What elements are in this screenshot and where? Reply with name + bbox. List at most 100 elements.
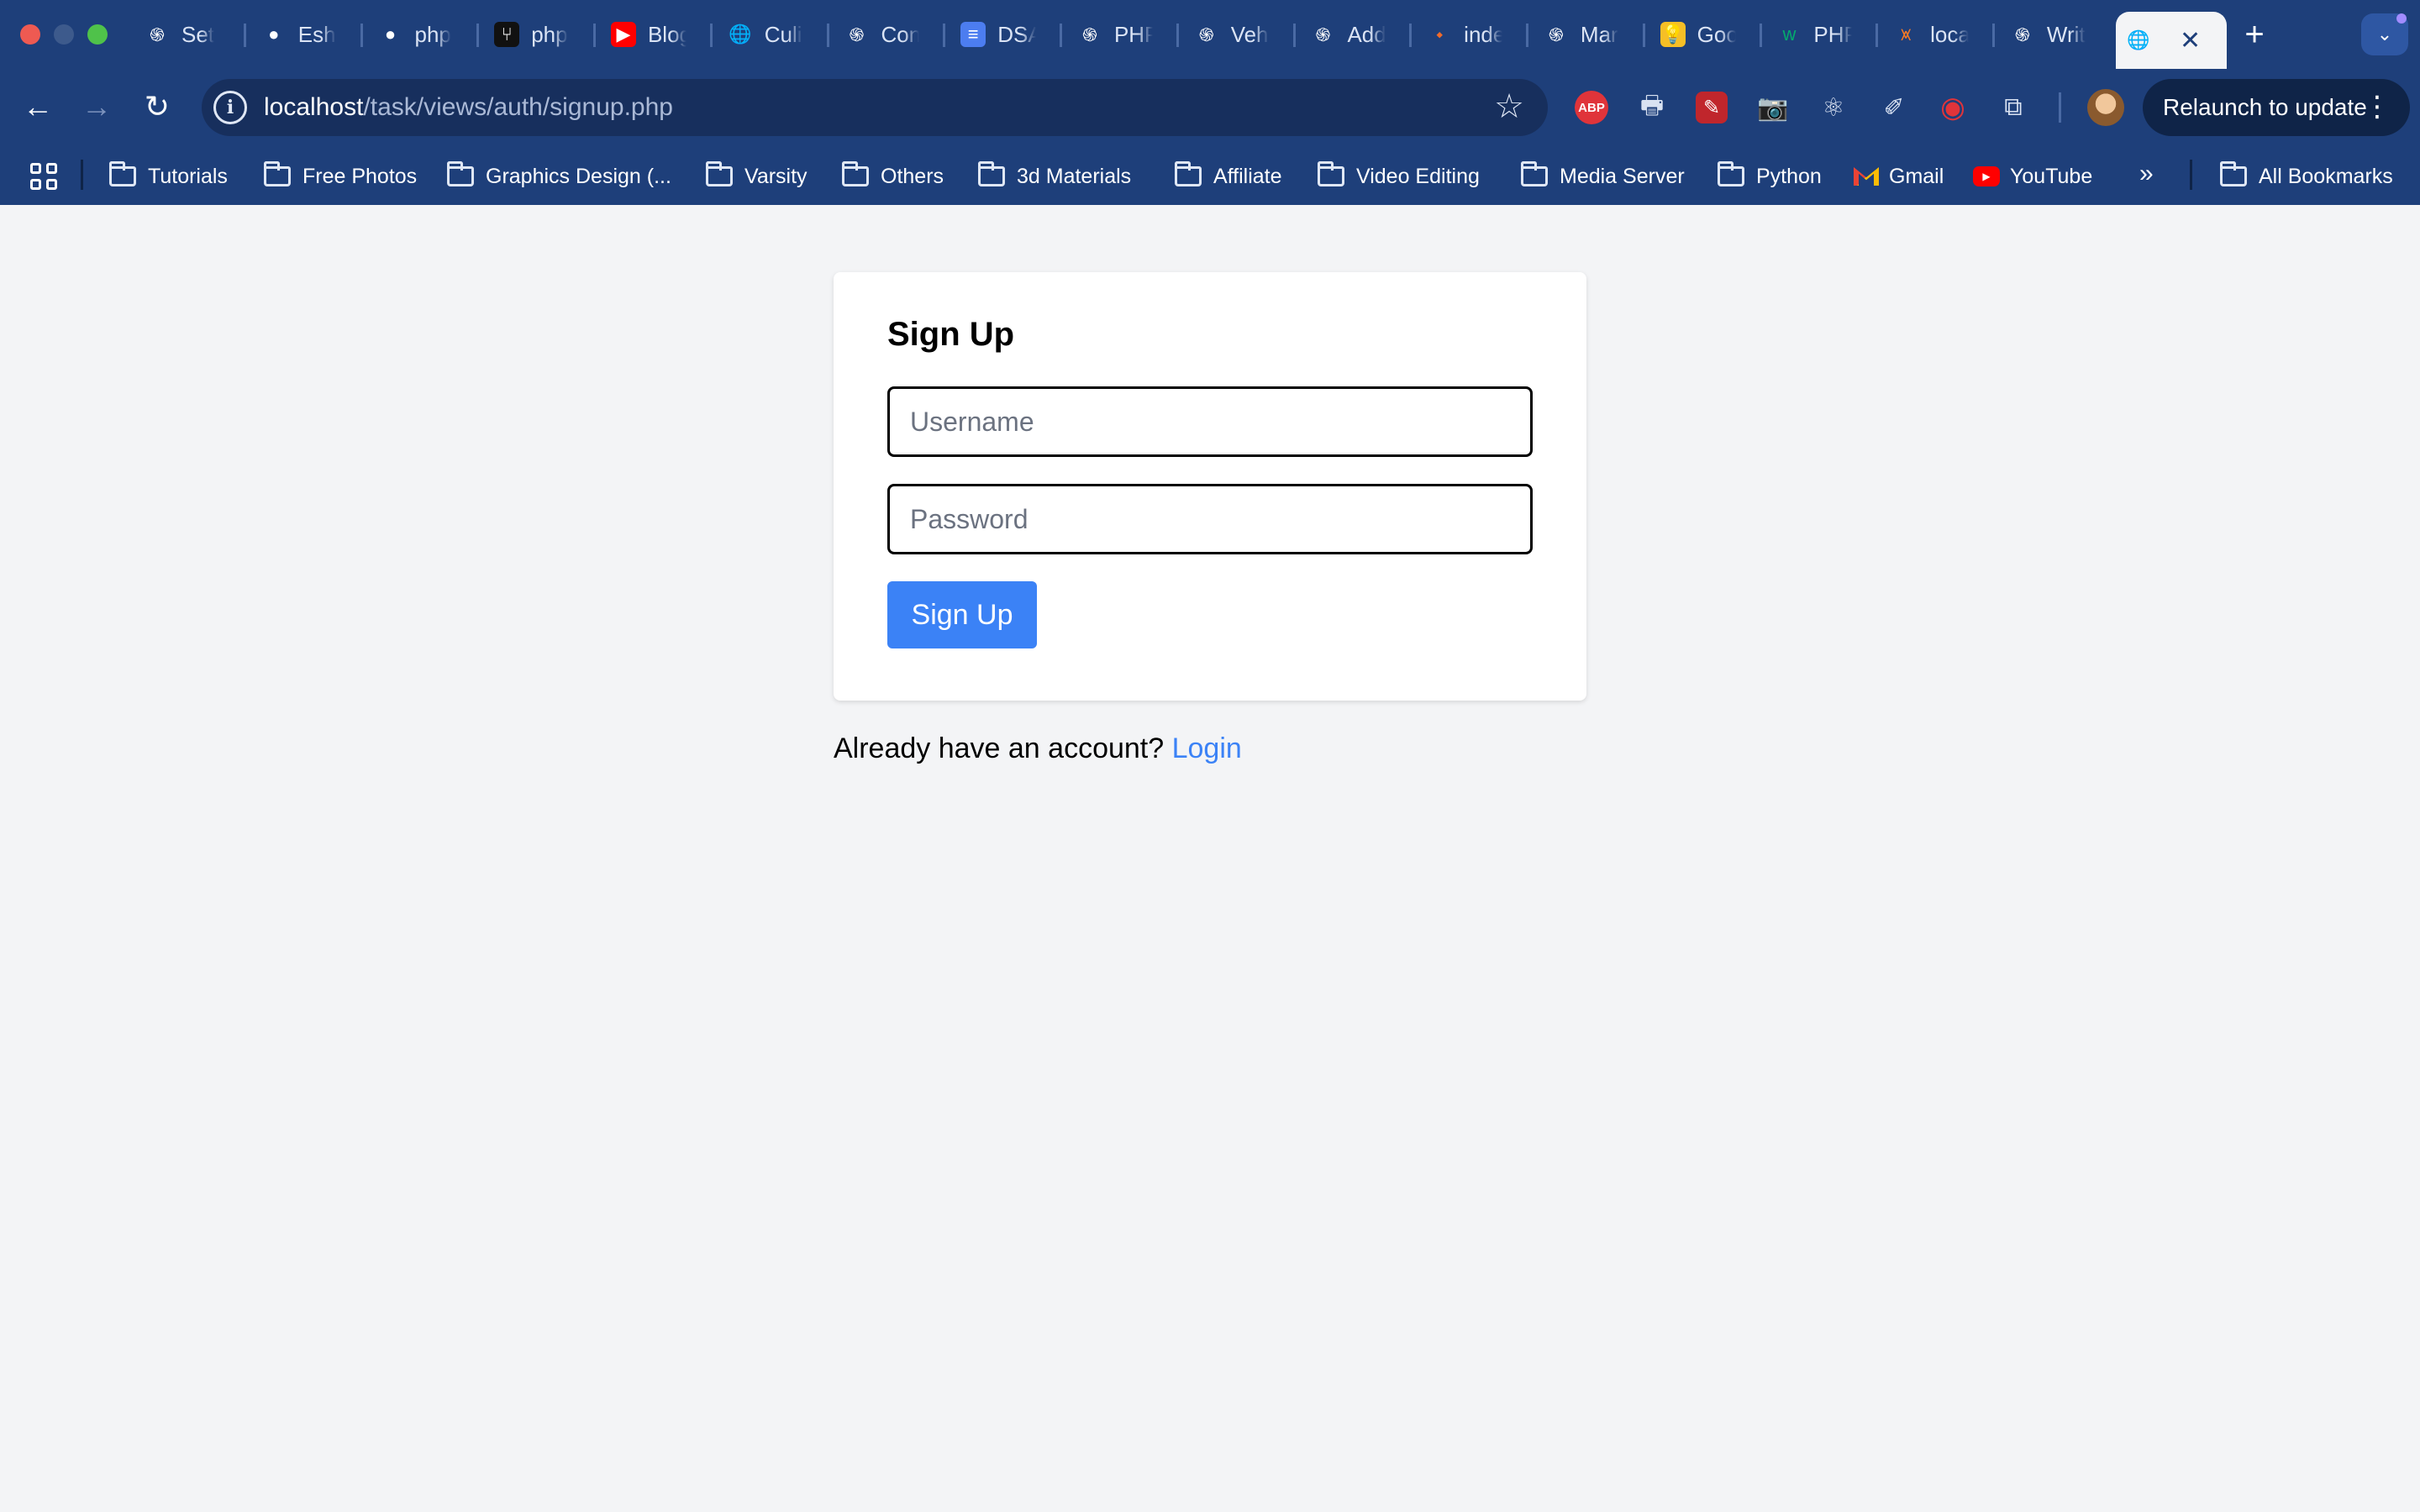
tab[interactable]: 💡 Goo: [1650, 12, 1766, 57]
keep-icon: 💡: [1660, 22, 1686, 47]
more-bookmarks-icon[interactable]: »: [2139, 160, 2154, 188]
camera-icon[interactable]: 📷: [1754, 89, 1791, 126]
tab-label: DSA: [997, 21, 1037, 47]
tab-divider: [826, 24, 829, 47]
bookmark-gmail[interactable]: Gmail: [1854, 160, 1944, 193]
url-path: /task/views/auth/signup.php: [363, 93, 673, 121]
bookmark-star-icon[interactable]: ☆: [1494, 87, 1524, 126]
username-input[interactable]: [887, 386, 1533, 457]
folder-icon: [978, 161, 1005, 186]
tab[interactable]: ⩙ loca: [1883, 12, 1999, 57]
folder-icon: [264, 161, 291, 186]
more-menu-icon[interactable]: ⋮: [2363, 90, 2391, 123]
tab-divider: [244, 24, 246, 47]
bookmark-folder[interactable]: 3d Materials: [978, 160, 1131, 193]
wand-icon[interactable]: ✎: [1696, 92, 1728, 123]
tab-strip: ֍ Set ● Esh ● php ⑂ php ▶ Blog 🌐 Culi ֍ Con ≡ DSA ֍ PHP ֍ V…: [0, 0, 2420, 69]
bookmark-label: Others: [881, 164, 944, 188]
notification-dot: [2396, 13, 2407, 24]
abp-icon[interactable]: ABP: [1575, 91, 1608, 124]
back-button[interactable]: ←: [17, 86, 59, 128]
printer-icon[interactable]: 🖶: [1634, 89, 1670, 126]
bookmark-label: Affiliate: [1213, 164, 1282, 188]
tab-divider: [1176, 24, 1179, 47]
url-text[interactable]: localhost/task/views/auth/signup.php: [264, 93, 673, 122]
bookmark-folder[interactable]: Free Photos: [264, 160, 417, 193]
github-icon: ●: [384, 24, 397, 45]
signup-card: Sign Up Sign Up: [834, 272, 1586, 701]
tab[interactable]: ֍ Veh: [1184, 12, 1300, 57]
login-link[interactable]: Login: [1172, 732, 1242, 764]
tab[interactable]: ֍ PHP: [1067, 12, 1183, 57]
tab[interactable]: 🌐 Culi: [718, 12, 834, 57]
tab-label: php: [414, 21, 451, 47]
maximize-window-button[interactable]: [87, 24, 108, 45]
reload-button[interactable]: ↻: [136, 86, 178, 128]
tab[interactable]: ֍ Writ: [2000, 12, 2116, 57]
tab[interactable]: ֍ Add: [1300, 12, 1416, 57]
forward-button[interactable]: →: [76, 86, 118, 128]
tab-divider: [1409, 24, 1413, 47]
tab[interactable]: ≡ DSA: [950, 12, 1066, 57]
toolbar-divider: [2059, 92, 2061, 123]
youtube-icon: ▶: [610, 22, 636, 47]
bookmark-folder[interactable]: Others: [842, 160, 944, 193]
bookmark-folder[interactable]: Python: [1718, 160, 1822, 193]
tab-search-button[interactable]: ⌄: [2361, 13, 2408, 55]
avatar[interactable]: [2087, 89, 2124, 126]
pen-icon[interactable]: ✐: [1876, 89, 1912, 126]
tab-divider: [360, 24, 363, 47]
tab[interactable]: w PHP: [1766, 12, 1882, 57]
new-tab-button[interactable]: +: [2235, 15, 2274, 54]
bookmark-folder[interactable]: Tutorials: [109, 160, 228, 193]
bookmark-folder[interactable]: Varsity: [706, 160, 808, 193]
docs-icon: ≡: [960, 22, 986, 47]
folder-icon: [706, 161, 733, 186]
bookmark-label: All Bookmarks: [2259, 164, 2393, 188]
bookmark-label: 3d Materials: [1017, 164, 1132, 188]
password-input[interactable]: [887, 484, 1533, 554]
tab-label: Blog: [647, 21, 687, 47]
puzzle-icon[interactable]: ⧉: [1995, 89, 2032, 126]
chevron-down-icon: ⌄: [2376, 24, 2393, 45]
tab-divider: [1642, 24, 1645, 47]
site-info-icon[interactable]: i: [213, 91, 247, 124]
close-tab-icon[interactable]: ✕: [2180, 26, 2201, 55]
bookmark-folder[interactable]: Graphics Design (...: [447, 160, 671, 193]
tab[interactable]: ● Esh: [251, 12, 367, 57]
bookmark-folder[interactable]: Video Editing: [1318, 160, 1480, 193]
tab[interactable]: ▶ Blog: [601, 12, 717, 57]
sign-up-button[interactable]: Sign Up: [887, 581, 1037, 648]
bookmark-folder[interactable]: Affiliate: [1175, 160, 1282, 193]
tab-divider: [1759, 24, 1762, 47]
close-window-button[interactable]: [20, 24, 40, 45]
tab-label: Goo: [1697, 21, 1736, 47]
tab-active[interactable]: 🌐 ✕: [2116, 12, 2227, 69]
openai-icon: ֍: [1315, 24, 1331, 45]
minimize-window-button[interactable]: [54, 24, 74, 45]
folder-icon: [2220, 161, 2247, 186]
record-icon[interactable]: ◉: [1934, 89, 1971, 126]
openai-icon: ֍: [150, 24, 165, 45]
globe-icon: 🌐: [2127, 29, 2150, 50]
apps-grid-icon[interactable]: [30, 163, 57, 190]
bookmark-all-bookmarks[interactable]: All Bookmarks: [2220, 160, 2393, 193]
tab-label: PHP: [1113, 21, 1153, 47]
toolbar: ← → ↻ i localhost/task/views/auth/signup…: [0, 69, 2420, 146]
folder-icon: [1175, 161, 1202, 186]
address-bar[interactable]: i localhost/task/views/auth/signup.php ☆: [202, 79, 1548, 136]
drawio-icon: ⬩: [1436, 24, 1444, 45]
tab[interactable]: ֍ Mar: [1534, 12, 1649, 57]
tab[interactable]: ⑂ php: [484, 12, 600, 57]
tab[interactable]: ֍ Set: [134, 12, 250, 57]
bookmark-folder[interactable]: Media Server: [1521, 160, 1685, 193]
react-icon[interactable]: ⚛: [1815, 89, 1852, 126]
bookmark-youtube[interactable]: ▶ YouTube: [1973, 160, 2092, 193]
tab[interactable]: ⬩ inde: [1417, 12, 1533, 57]
relaunch-button[interactable]: Relaunch to update ⋮: [2143, 79, 2410, 136]
tab[interactable]: ֍ Con: [834, 12, 950, 57]
form-title: Sign Up: [887, 316, 1015, 353]
browser-chrome: ֍ Set ● Esh ● php ⑂ php ▶ Blog 🌐 Culi ֍ Con ≡ DSA ֍ PHP ֍ V…: [0, 0, 2420, 205]
tab-divider: [1292, 24, 1296, 47]
tab[interactable]: ● php: [367, 12, 483, 57]
